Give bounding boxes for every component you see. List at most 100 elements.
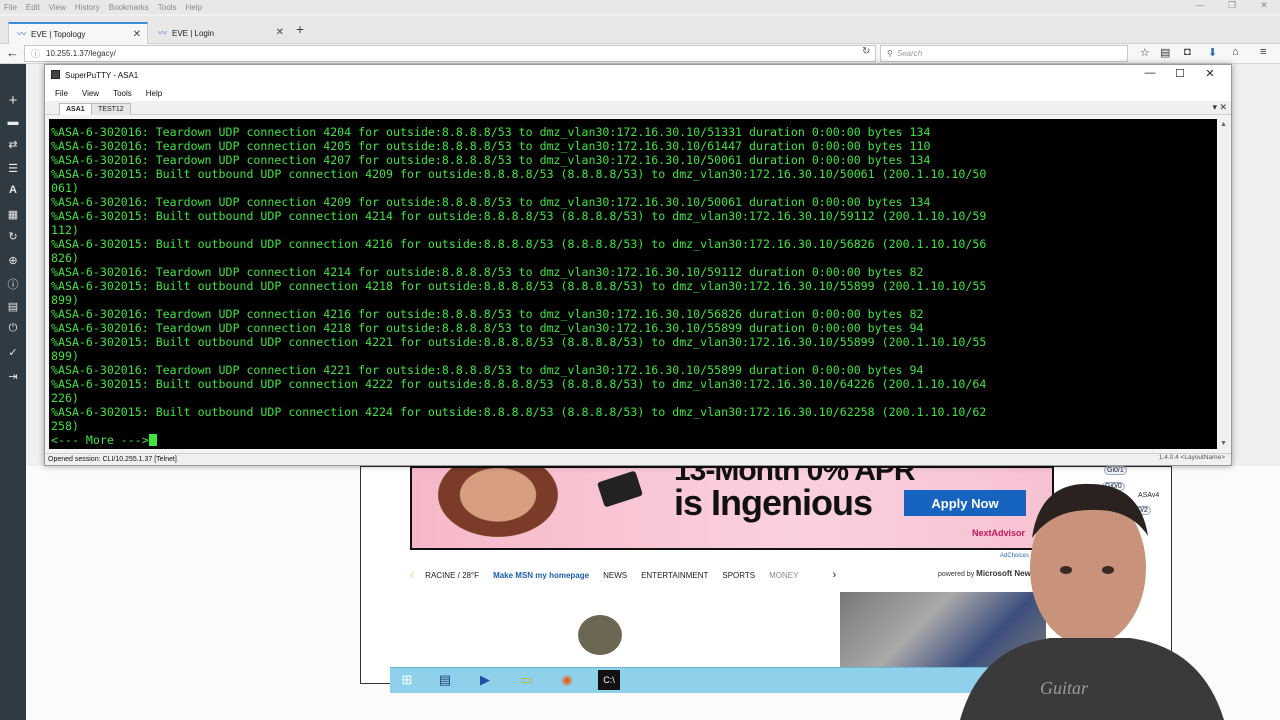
server-manager-icon[interactable]: ▤ [434,670,456,690]
refresh-icon[interactable]: ↻ [0,230,26,243]
tab-eve-topology[interactable]: 〰 EVE | Topology ✕ [8,22,148,44]
tab-label: EVE | Login [172,28,215,38]
nav-money[interactable]: MONEY [769,571,798,580]
eve-favicon-icon: 〰 [158,28,168,38]
close-icon[interactable]: ✕ [1195,67,1225,80]
tab-eve-login[interactable]: 〰 EVE | Login ✕ [150,22,290,44]
terminal-line: %ASA-6-302016: Teardown UDP connection 4… [51,265,924,279]
scroll-up-icon[interactable]: ▲ [1220,121,1227,128]
terminal-line: %ASA-6-302015: Built outbound UDP connec… [51,209,987,223]
terminal-line: %ASA-6-302016: Teardown UDP connection 4… [51,321,924,335]
power-icon[interactable]: ⏻ [0,322,26,335]
list-alt-icon[interactable]: ▤ [0,300,26,313]
close-icon[interactable]: ✕ [1248,0,1280,16]
shuffle-icon[interactable]: ⇄ [0,138,26,151]
nav-news[interactable]: NEWS [603,571,627,580]
file-explorer-icon[interactable]: ▭ [516,670,538,690]
info-circle-icon[interactable]: ⓘ [0,276,26,292]
weather-location[interactable]: RACINE / 28°F [425,571,479,580]
bookmark-star-icon[interactable]: ☆ [1140,46,1150,59]
terminal-line: 258) [51,419,79,433]
terminal-cursor [148,434,157,446]
terminal-line: %ASA-6-302015: Built outbound UDP connec… [51,335,987,349]
putty-status-bar: Opened session: CLI/10.255.1.37 [Telnet] [45,453,1231,465]
new-tab-icon[interactable]: + [296,21,304,37]
cmd-icon[interactable]: C:\ [598,670,620,690]
close-icon[interactable]: ✕ [276,27,284,38]
nav-sports[interactable]: SPORTS [722,571,755,580]
search-placeholder: Search [896,49,923,58]
scroll-down-icon[interactable]: ▼ [1220,440,1227,447]
webcam-overlay: Guitar [960,483,1224,720]
download-icon[interactable]: ⬇ [1208,46,1217,59]
eve-favicon-icon: 〰 [17,29,27,39]
statue-image [566,604,634,666]
library-icon[interactable]: ▤ [1160,46,1170,59]
ad-person-image [428,468,568,544]
back-arrow-icon[interactable]: ← [6,45,19,60]
info-icon: ⓘ [31,49,41,59]
terminal-more-line: <--- More ---> [51,433,1217,447]
restore-icon[interactable]: ❐ [1216,0,1248,16]
terminal-line: %ASA-6-302015: Built outbound UDP connec… [51,167,987,181]
firefox-icon[interactable]: ◉ [556,670,578,690]
putty-session-tabs: ASA1 TEST12 ▾ ✕ [45,101,1231,115]
search-icon: ⚲ [887,49,893,58]
msn-homepage-link[interactable]: Make MSN my homepage [493,571,589,580]
windows-start-icon[interactable]: ⊞ [396,670,418,690]
hamburger-menu-icon[interactable]: ≡ [1260,46,1266,58]
more-prompt: <--- More ---> [51,433,149,447]
menu-history[interactable]: History [75,3,100,12]
superputty-window[interactable]: SuperPuTTY - ASA1 — ☐ ✕ File View Tools … [44,64,1232,466]
minimize-icon[interactable]: — [1135,67,1165,80]
menu-bookmarks[interactable]: Bookmarks [109,3,149,12]
putty-app-icon [51,70,60,79]
logout-icon[interactable]: ⇥ [0,370,26,383]
terminal-line: %ASA-6-302016: Teardown UDP connection 4… [51,139,931,153]
menu-edit[interactable]: Edit [26,3,40,12]
terminal-line: %ASA-6-302015: Built outbound UDP connec… [51,237,987,251]
terminal-line: 826) [51,251,79,265]
home-icon[interactable]: ⌂ [1232,46,1239,58]
powershell-icon[interactable]: ▶ [474,670,496,690]
tab-test12[interactable]: TEST12 [91,103,131,115]
terminal-output[interactable]: %ASA-6-302016: Teardown UDP connection 4… [49,119,1217,449]
maximize-icon[interactable]: ☐ [1165,67,1195,80]
search-input[interactable]: ⚲ Search [880,45,1128,62]
drive-icon[interactable]: ▬ [0,116,26,128]
tab-controls[interactable]: ▾ ✕ [1212,102,1227,113]
pocket-icon[interactable]: ◘ [1184,46,1191,58]
grid-icon[interactable]: ▦ [0,208,26,221]
menu-file[interactable]: File [4,3,17,12]
minimize-icon[interactable]: — [1184,0,1216,16]
ad-credit-card-image [596,470,644,508]
url-bar[interactable]: ⓘ 10.255.1.37/legacy/ [24,45,876,62]
ad-headline-bottom: is Ingenious [674,482,873,523]
terminal-line: %ASA-6-302015: Built outbound UDP connec… [51,377,987,391]
terminal-line: %ASA-6-302016: Teardown UDP connection 4… [51,307,924,321]
menu-tools[interactable]: Tools [113,89,132,98]
terminal-scrollbar[interactable]: ▲ ▼ [1219,119,1229,449]
menu-tools[interactable]: Tools [158,3,177,12]
menu-help[interactable]: Help [146,89,162,98]
menu-file[interactable]: File [55,89,68,98]
close-icon[interactable]: ✕ [133,29,141,40]
nav-entertainment[interactable]: ENTERTAINMENT [641,571,708,580]
plus-icon[interactable]: + [0,92,26,109]
putty-version: 1.4.0.4 <LayoutName> [1158,454,1225,461]
menu-view[interactable]: View [49,3,66,12]
terminal-line: %ASA-6-302016: Teardown UDP connection 4… [51,195,931,209]
browser-window-controls: — ❐ ✕ [1184,0,1280,16]
check-icon[interactable]: ✓ [0,346,26,359]
tab-label: EVE | Topology [31,29,86,39]
tab-asa1[interactable]: ASA1 [59,103,92,115]
text-icon[interactable]: A [0,184,26,196]
menu-view[interactable]: View [82,89,99,98]
zoom-icon[interactable]: ⊕ [0,254,26,267]
reload-icon[interactable]: ↻ [862,46,870,57]
menu-help[interactable]: Help [185,3,201,12]
putty-menubar: File View Tools Help [45,85,1231,101]
chevron-right-icon[interactable]: › [832,569,836,581]
list-icon[interactable]: ☰ [0,162,26,175]
terminal-line: 899) [51,349,79,363]
